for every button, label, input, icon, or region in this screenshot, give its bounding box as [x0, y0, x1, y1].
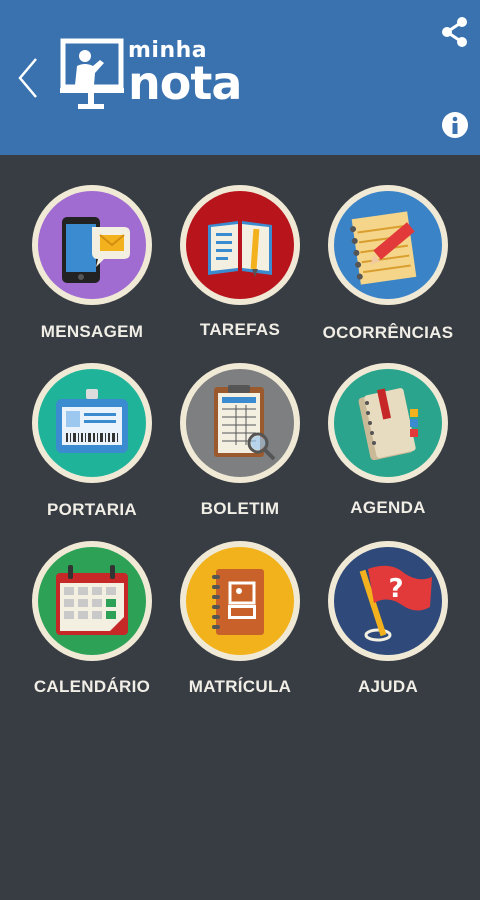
ajuda-circle: ? [328, 541, 448, 661]
menu-item-ocorrencias[interactable]: OCORRÊNCIAS [313, 185, 463, 355]
menu-item-portaria[interactable]: PORTARIA [17, 363, 167, 533]
svg-text:?: ? [388, 574, 403, 604]
share-icon[interactable] [440, 16, 470, 48]
agenda-circle [328, 363, 448, 483]
menu-label: MATRÍCULA [188, 677, 292, 696]
matricula-circle [180, 541, 300, 661]
notebook-pencil-icon [334, 191, 442, 299]
homework-icon [186, 191, 294, 299]
menu-label: CALENDÁRIO [33, 677, 151, 696]
menu-label: AGENDA [350, 498, 426, 517]
ocorrencias-circle [328, 185, 448, 305]
help-flag-icon: ? [334, 547, 442, 655]
enrollment-icon [186, 547, 294, 655]
menu-item-agenda[interactable]: AGENDA [313, 363, 463, 533]
portaria-circle [32, 363, 152, 483]
menu-item-calendario[interactable]: CALENDÁRIO [17, 541, 167, 711]
info-icon[interactable] [441, 111, 469, 139]
message-icon [38, 191, 146, 299]
mensagem-circle [32, 185, 152, 305]
boletim-circle [180, 363, 300, 483]
menu-label: BOLETIM [200, 499, 280, 518]
menu-label: AJUDA [357, 677, 419, 696]
menu-item-matricula[interactable]: MATRÍCULA [165, 541, 315, 711]
menu-item-ajuda[interactable]: ? AJUDA [313, 541, 463, 711]
menu-item-boletim[interactable]: BOLETIM [165, 363, 315, 533]
menu-item-mensagem[interactable]: MENSAGEM [17, 185, 167, 355]
menu-label: PORTARIA [47, 500, 137, 519]
menu-label: OCORRÊNCIAS [322, 323, 454, 342]
teacher-board-icon [60, 38, 124, 109]
calendar-icon [38, 547, 146, 655]
report-card-icon [186, 369, 294, 477]
logo-text-nota: nota [128, 56, 242, 110]
chevron-left-icon[interactable] [14, 55, 42, 101]
id-badge-icon [38, 369, 146, 477]
menu-label: TAREFAS [199, 320, 281, 339]
app-header: minha nota [0, 0, 480, 155]
calendario-circle [32, 541, 152, 661]
menu-label: MENSAGEM [40, 322, 144, 341]
tarefas-circle [180, 185, 300, 305]
menu-item-tarefas[interactable]: TAREFAS [165, 185, 315, 355]
planner-icon [334, 369, 442, 477]
